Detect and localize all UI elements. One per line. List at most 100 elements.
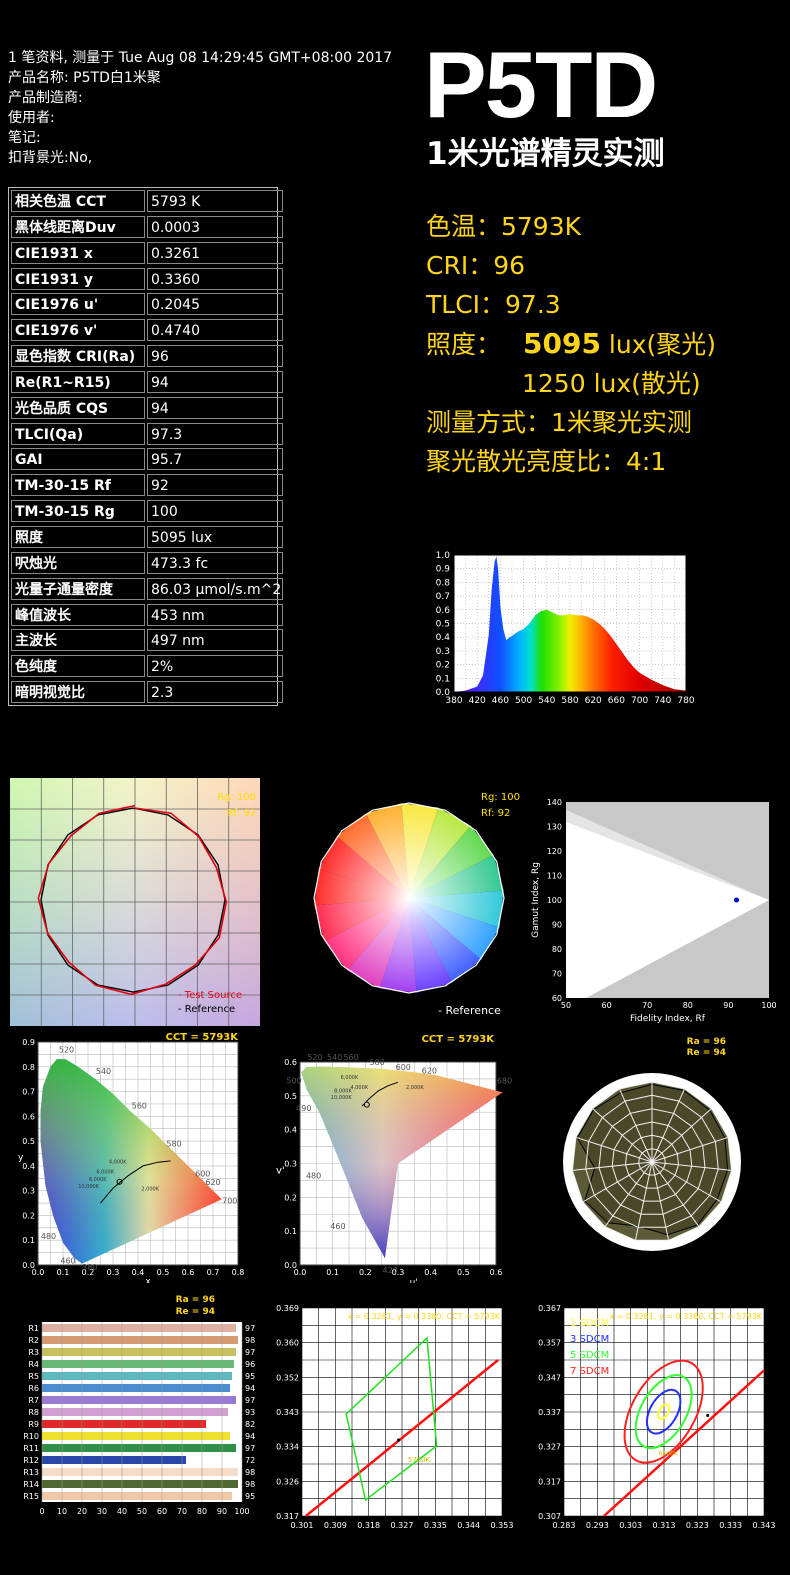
spec-row: CIE1931 y 0.3360 [9,266,283,292]
spec-label: 色纯度 [11,655,145,678]
cct-label: 10,000K [331,1095,352,1101]
spec-row: Re(R1~R15) 94 [9,369,283,395]
radar-value-label: 94 [589,1246,597,1253]
y-tick-label: 0.5 [436,620,450,630]
y-tick-label: 0.6 [284,1058,297,1067]
wavelength-label: 620 [205,1178,220,1187]
radar-category-label: R5 [746,1165,758,1174]
y-tick-label: 0.327 [538,1443,561,1452]
radar-value-label: 93 [669,1263,677,1270]
ri-value-label: 95 [245,1492,255,1501]
brand-subtitle: 1米光谱精灵实测 [426,136,665,172]
re-label: Re = 94 [176,1307,215,1317]
spec-label: TM-30-15 Rg [11,500,145,523]
ri-value-label: 98 [245,1468,255,1477]
x-tick-label: 0.353 [491,1521,514,1530]
radar-category-label: R1 [646,1054,658,1063]
chart-title: x = 0.3261, y = 0.3360, CCT = 5793K [347,1312,500,1321]
spec-label: GAI [11,448,145,471]
spec-label: CIE1931 x [11,241,145,264]
y-tick-label: 0.343 [276,1408,299,1417]
x-tick-label: 0.8 [232,1268,245,1277]
spec-value: 473.3 fc [147,551,283,574]
x-tick-label: 540 [538,696,555,706]
y-tick-label: 0.8 [436,578,451,588]
radar-value-label: 82 [627,1263,635,1270]
y-tick-label: 70 [552,970,562,979]
x-axis-label: Fidelity Index, Rf [630,1014,706,1024]
spec-value: 0.3360 [147,267,283,290]
y-tick-label: 0.6 [22,1112,35,1121]
ri-category-label: R14 [23,1480,39,1489]
spec-row: 光色品质 CQS 94 [9,395,283,421]
summary-cct: 色温：5793K [426,212,582,241]
spec-label: 暗明视觉比 [11,681,145,704]
ri-category-label: R3 [28,1348,39,1357]
ri-bar [42,1336,238,1344]
legend-entry: 1 SDCM [570,1318,609,1329]
x-tick-label: 90 [723,1001,733,1010]
info-line-date: 1 笔资料, 测量于 Tue Aug 08 14:29:45 GMT+08:00… [8,50,393,66]
ri-bar [42,1372,232,1380]
summary-method: 测量方式：1米聚光实测 [426,408,692,437]
radar-value-label: 97 [561,1215,569,1222]
ri-value-label: 97 [245,1444,255,1453]
ra-label: Ra = 96 [176,1295,215,1305]
wavelength-label: 560 [132,1101,147,1110]
y-axis-label: v' [276,1166,285,1177]
x-tick-label: 30 [97,1507,107,1516]
x-tick-label: 0.2 [359,1268,372,1277]
wavelength-label: 540 [96,1067,111,1076]
spec-value: 97.3 [147,422,283,445]
ri-bar-chart: R1 97 R2 98 R3 97 R4 96 R5 95 R6 94 R7 97 R8 93 R9 82 R10 9… [23,1295,255,1516]
ri-category-label: R11 [23,1444,39,1453]
wavelength-label: 700 [222,1196,237,1205]
spec-value: 2.3 [147,681,283,704]
spec-label: CIE1976 v' [11,319,145,342]
ri-bar [42,1408,228,1416]
radar-value-label: 98 [553,1134,561,1141]
x-tick-label: 0.5 [457,1268,470,1277]
x-tick-label: 420 [469,696,486,706]
y-tick-label: 0.2 [436,661,450,671]
wavelength-label: 490 [296,1104,311,1113]
y-tick-label: 0.317 [538,1477,561,1486]
info-line-user: 使用者: [8,110,55,126]
color-vector-chart: Rg: 100 Rf: 92 - Test Source - Reference [10,778,260,1026]
ri-bar [42,1360,234,1368]
info-line-maker: 产品制造商: [8,90,83,106]
radar-category-label: R9 [625,1252,637,1261]
cct-label: 8,000K [89,1177,107,1183]
y-tick-label: 0.307 [538,1512,561,1521]
spec-value: 100 [147,500,283,523]
cct-label: 6,000K [341,1075,359,1081]
x-tick-label: 0.7 [207,1268,220,1277]
cie1976-chart: 0.0 0.1 0.2 0.3 0.4 0.5 0.60.00.10.20.30.40.50… [276,1034,512,1283]
x-tick-label: 0.323 [686,1521,709,1530]
summary-lux-label: 照度： [426,330,502,359]
radar-value-label: 98 [689,1074,697,1081]
spec-value: 92 [147,474,283,497]
y-tick-label: 0.3 [284,1160,297,1169]
ri-bar [42,1444,236,1452]
x-tick-label: 50 [561,1001,571,1010]
spec-row: 相关色温 CCT 5793 K [9,188,283,214]
chart-title: CCT = 5793K [166,1032,240,1043]
wavelength-label: 460 [330,1222,345,1231]
y-tick-label: 0.0 [284,1261,297,1270]
spec-label: 峰值波长 [11,603,145,626]
radar-value-label: 97 [722,1098,730,1105]
radar-category-label: R2 [687,1063,699,1072]
spec-value: 5095 lux [147,525,283,548]
spec-value: 94 [147,396,283,419]
y-tick-label: 0.7 [22,1088,35,1097]
wavelength-label: 680 [497,1077,512,1086]
ri-bar [42,1396,236,1404]
ri-value-label: 98 [245,1480,255,1489]
y-tick-label: 0.3 [22,1187,35,1196]
info-line-notes: 笔记: [8,130,41,146]
y-tick-label: 0.5 [284,1092,297,1101]
spec-label: 光量子通量密度 [11,577,145,600]
x-tick-label: 700 [631,696,648,706]
x-tick-label: 80 [683,1001,693,1010]
